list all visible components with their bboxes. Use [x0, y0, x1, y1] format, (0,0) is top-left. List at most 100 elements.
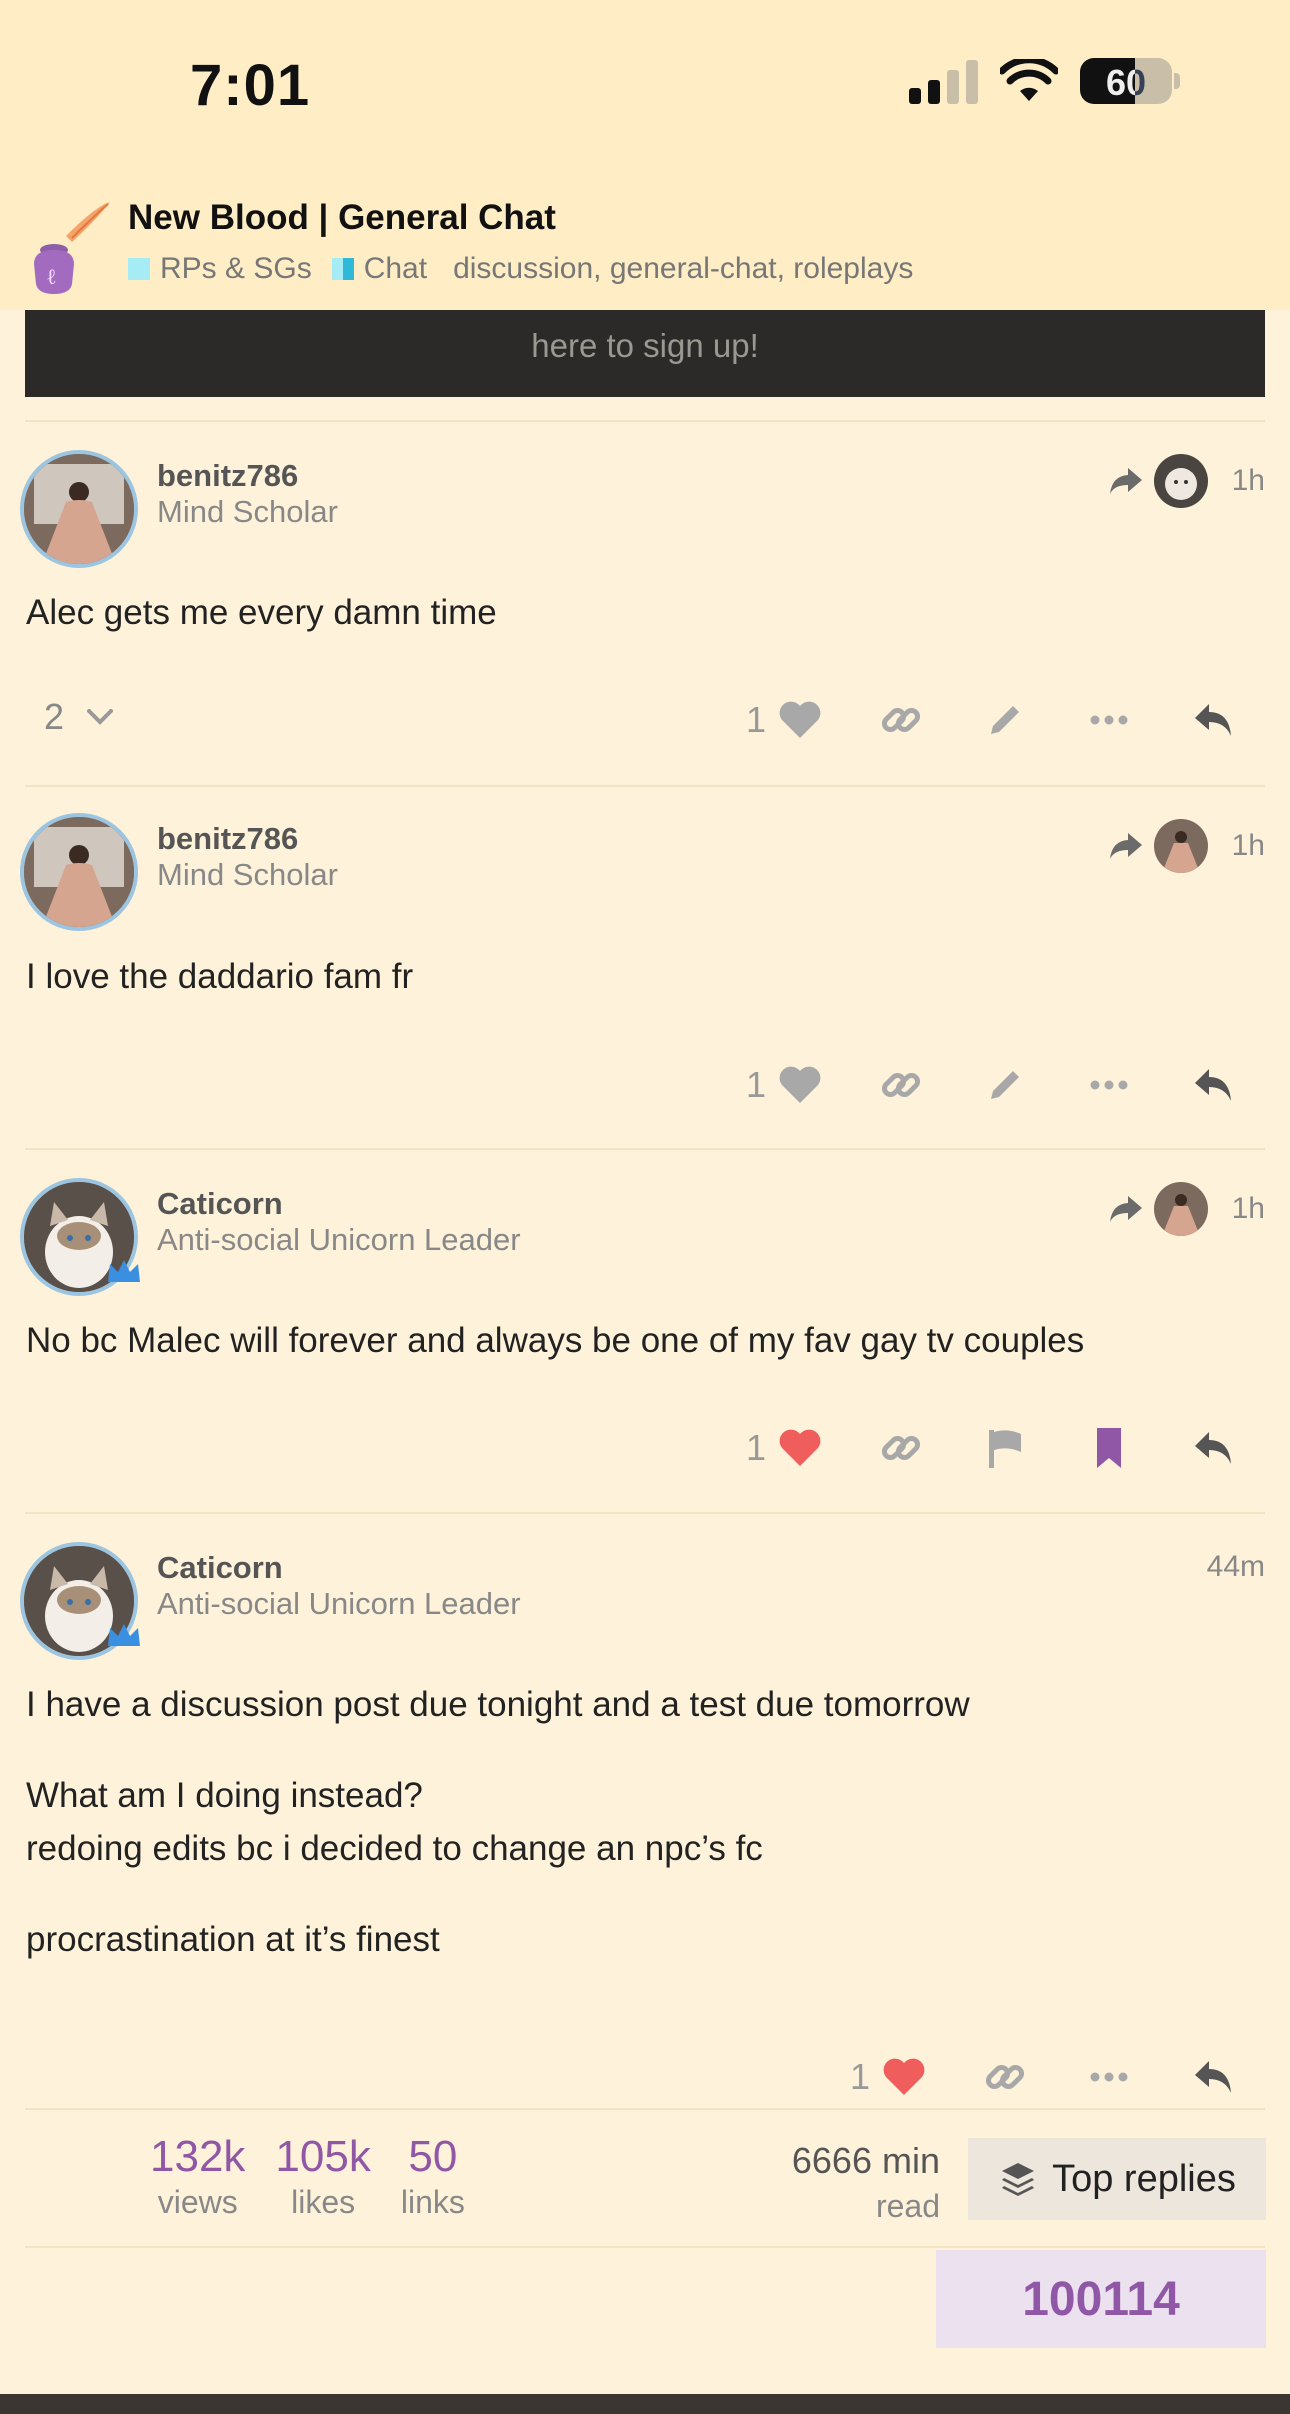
like-button[interactable]: 1: [823, 2042, 953, 2112]
battery-icon: 60: [1080, 58, 1172, 104]
top-replies-button[interactable]: Top replies: [968, 2138, 1266, 2220]
copy-link-button[interactable]: [849, 685, 953, 755]
post-text: No bc Malec will forever and always be o…: [26, 1321, 1085, 1360]
post-age[interactable]: 44m: [1207, 1550, 1265, 1584]
like-count[interactable]: 1: [746, 699, 766, 741]
more-actions-button[interactable]: [1057, 1050, 1161, 1120]
category-label: Chat: [363, 252, 428, 285]
reply-button[interactable]: [1161, 685, 1265, 755]
copy-link-button[interactable]: [849, 1413, 953, 1483]
avatar[interactable]: [20, 813, 138, 931]
reply-to-avatar[interactable]: [1153, 454, 1208, 508]
pencil-icon: [991, 706, 1019, 734]
reply-to-icon[interactable]: [1108, 831, 1144, 861]
bottom-bar: [0, 2394, 1290, 2414]
more-actions-button[interactable]: [1057, 685, 1161, 755]
post-counter[interactable]: 100114: [936, 2250, 1266, 2348]
reply-icon: [1195, 2061, 1231, 2093]
post-divider: [25, 1512, 1265, 1514]
status-icons: 60: [909, 58, 1180, 104]
reply-to-avatar[interactable]: [1153, 819, 1208, 873]
views-stat: 132k views: [150, 2132, 245, 2221]
more-actions-button[interactable]: [1057, 2042, 1161, 2112]
topic-header: ℓ New Blood | General Chat RPs & SGs Cha…: [0, 180, 1290, 310]
link-icon: [881, 707, 921, 733]
site-logo-icon[interactable]: ℓ: [26, 198, 116, 308]
avatar[interactable]: [20, 450, 138, 568]
username[interactable]: Caticorn: [157, 1550, 283, 1586]
bookmark-filled-icon: [1097, 1428, 1121, 1468]
link-icon: [985, 2064, 1025, 2090]
topic-title[interactable]: New Blood | General Chat: [128, 198, 556, 238]
like-count[interactable]: 1: [746, 1427, 766, 1469]
user-title: Mind Scholar: [157, 857, 338, 892]
post-content: I love the daddario fam fr: [26, 950, 413, 1003]
post-actions: 1: [719, 1413, 1265, 1483]
tag-general-chat[interactable]: general-chat: [610, 252, 777, 285]
signup-banner[interactable]: here to sign up!: [25, 305, 1265, 397]
read-time: 6666 min read: [792, 2140, 940, 2225]
like-button[interactable]: 1: [719, 685, 849, 755]
user-title: Mind Scholar: [157, 494, 338, 529]
reply-button[interactable]: [1161, 1050, 1265, 1120]
reply-to-avatar[interactable]: [1153, 1182, 1208, 1236]
username[interactable]: benitz786: [157, 821, 298, 857]
cellular-signal-icon: [909, 58, 978, 104]
read-time-value: 6666 min: [791, 2140, 940, 2181]
user-title: Anti-social Unicorn Leader: [157, 1586, 521, 1621]
bookmark-button[interactable]: [1057, 1413, 1161, 1483]
post-meta: 1h: [1108, 1182, 1265, 1236]
like-button[interactable]: 1: [719, 1413, 849, 1483]
status-bar: 7:01 60: [0, 0, 1290, 180]
post-text: I have a discussion post due tonight and…: [26, 1685, 970, 1724]
like-count[interactable]: 1: [746, 1064, 766, 1106]
edit-button[interactable]: [953, 685, 1057, 755]
flag-button[interactable]: [953, 1413, 1057, 1483]
heart-icon: [779, 1066, 821, 1103]
reply-to-icon[interactable]: [1108, 466, 1144, 496]
svg-text:ℓ: ℓ: [46, 265, 57, 290]
post-text: Alec gets me every damn time: [26, 593, 497, 632]
chevron-down-icon: [87, 709, 114, 725]
heart-filled-icon: [779, 1429, 821, 1466]
username[interactable]: Caticorn: [157, 1186, 283, 1222]
links-label: links: [400, 2184, 465, 2220]
heart-filled-icon: [883, 2058, 925, 2095]
reply-button[interactable]: [1161, 1413, 1265, 1483]
pencil-icon: [991, 1071, 1019, 1099]
category-label: RPs & SGs: [160, 252, 312, 285]
reply-button[interactable]: [1161, 2042, 1265, 2112]
post-age[interactable]: 1h: [1232, 1192, 1265, 1226]
post-meta: 44m: [1193, 1550, 1265, 1584]
tag-roleplays[interactable]: roleplays: [793, 252, 913, 285]
post-text: procrastination at it’s finest: [26, 1920, 440, 1959]
post-meta: 1h: [1108, 454, 1265, 508]
crown-icon: [108, 1260, 140, 1282]
read-time-label: read: [875, 2188, 940, 2224]
post-age[interactable]: 1h: [1232, 829, 1265, 863]
links-stat[interactable]: 50 links: [401, 2132, 465, 2221]
post-actions: 1: [823, 2042, 1265, 2112]
post-age[interactable]: 1h: [1232, 464, 1265, 498]
copy-link-button[interactable]: [849, 1050, 953, 1120]
like-count[interactable]: 1: [850, 2056, 870, 2098]
reply-icon: [1195, 704, 1231, 736]
show-replies-button[interactable]: 2: [44, 696, 114, 738]
like-button[interactable]: 1: [719, 1050, 849, 1120]
wifi-icon: [1000, 59, 1058, 101]
category-badge-chat[interactable]: Chat: [331, 252, 428, 286]
topic-tags: discussion, general-chat, roleplays: [453, 252, 914, 285]
category-badge-rps[interactable]: RPs & SGs: [128, 252, 312, 286]
post-content: I have a discussion post due tonight and…: [26, 1678, 970, 1966]
tag-discussion[interactable]: discussion: [453, 252, 593, 285]
link-icon: [881, 1435, 921, 1461]
username[interactable]: benitz786: [157, 458, 298, 494]
edit-button[interactable]: [953, 1050, 1057, 1120]
reply-to-icon[interactable]: [1108, 1194, 1144, 1224]
copy-link-button[interactable]: [953, 2042, 1057, 2112]
links-count: 50: [408, 2132, 458, 2181]
post-counter-value: 100114: [1022, 2272, 1180, 2326]
banner-text[interactable]: here to sign up!: [531, 327, 759, 364]
post-content: No bc Malec will forever and always be o…: [26, 1314, 1084, 1367]
status-time: 7:01: [190, 53, 311, 118]
